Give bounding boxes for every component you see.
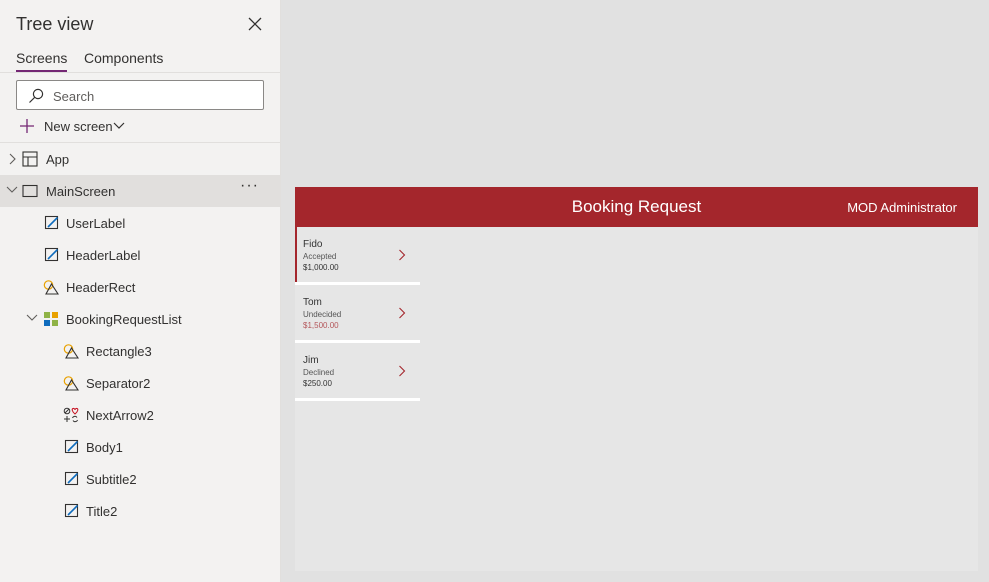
tree-item-subtitle2[interactable]: Subtitle2 (0, 463, 280, 495)
tree-item-separator2[interactable]: Separator2 (0, 367, 280, 399)
tree-item-nextarrow2[interactable]: NextArrow2 (0, 399, 280, 431)
tree-item-label: App (46, 152, 70, 167)
booking-list-item[interactable]: Fido Accepted $1,000.00 (295, 227, 420, 285)
gallery-icon (44, 312, 58, 326)
subtitle2: Declined (303, 368, 335, 377)
booking-list-item[interactable]: Tom Undecided $1,500.00 (295, 285, 420, 343)
next-arrow-icon[interactable] (398, 365, 406, 377)
body1: $250.00 (303, 379, 332, 388)
tree-item-label: Rectangle3 (86, 344, 152, 359)
tree-view-panel: Tree view Screens Components New screen (0, 0, 281, 582)
tab-divider (0, 72, 280, 73)
title2: Jim (303, 355, 319, 366)
tree-item-label: UserLabel (66, 216, 126, 231)
selected-indicator (295, 227, 297, 282)
chevron-down-icon[interactable] (6, 185, 18, 195)
search-input[interactable] (53, 86, 253, 106)
more-options-icon[interactable]: ··· (240, 177, 259, 195)
user-label: MOD Administrator (847, 200, 957, 215)
chevron-down-icon[interactable] (26, 313, 38, 323)
tree-item-body1[interactable]: Body1 (0, 431, 280, 463)
tree-item-rectangle3[interactable]: Rectangle3 (0, 335, 280, 367)
shape-icon (63, 344, 79, 359)
header-rect: Booking Request MOD Administrator (295, 187, 978, 227)
tree-item-mainscreen[interactable]: MainScreen ··· (0, 175, 280, 207)
tree-view-title: Tree view (16, 14, 94, 34)
subtitle2: Undecided (303, 310, 342, 319)
icon-control-icon (63, 407, 79, 423)
separator (295, 398, 420, 401)
tree-item-bookingrequestlist[interactable]: BookingRequestList (0, 303, 280, 335)
tree-item-label: Title2 (86, 504, 118, 519)
chevron-right-icon[interactable] (8, 153, 16, 165)
app-canvas[interactable]: Booking Request MOD Administrator Fido A… (295, 187, 978, 571)
label-icon (64, 471, 79, 486)
body1: $1,000.00 (303, 263, 339, 272)
label-icon (64, 439, 79, 454)
tree-item-label: HeaderLabel (66, 248, 141, 263)
shape-icon (63, 376, 79, 391)
next-arrow-icon[interactable] (398, 307, 406, 319)
title2: Tom (303, 297, 322, 308)
subtitle2: Accepted (303, 252, 337, 261)
next-arrow-icon[interactable] (398, 249, 406, 261)
tree-item-label: Subtitle2 (86, 472, 137, 487)
label-icon (64, 503, 79, 518)
tree-item-label: MainScreen (46, 184, 116, 199)
close-button[interactable] (245, 14, 265, 34)
app-icon (22, 151, 38, 167)
tree-item-headerrect[interactable]: HeaderRect (0, 271, 280, 303)
tree-item-title2[interactable]: Title2 (0, 495, 280, 527)
close-icon (248, 17, 262, 31)
tree-item-label: Body1 (86, 440, 123, 455)
search-box (16, 80, 264, 110)
shape-icon (43, 280, 59, 295)
new-screen-label: New screen (44, 119, 113, 134)
body1: $1,500.00 (303, 321, 339, 330)
tree-item-userlabel[interactable]: UserLabel (0, 207, 280, 239)
title2: Fido (303, 239, 323, 250)
chevron-down-icon (113, 122, 125, 129)
tab-components[interactable]: Components (84, 50, 163, 66)
booking-list-item[interactable]: Jim Declined $250.00 (295, 343, 420, 401)
label-icon (44, 247, 59, 262)
tree-item-app[interactable]: App (0, 143, 280, 175)
search-icon (29, 88, 44, 103)
plus-icon (20, 119, 34, 133)
tree-item-label: Separator2 (86, 376, 151, 391)
tree-item-headerlabel[interactable]: HeaderLabel (0, 239, 280, 271)
tree-item-label: BookingRequestList (66, 312, 182, 327)
tree-item-label: NextArrow2 (86, 408, 154, 423)
tab-screens[interactable]: Screens (16, 50, 68, 72)
screen-icon (22, 184, 38, 198)
tree-item-label: HeaderRect (66, 280, 136, 295)
label-icon (44, 215, 59, 230)
